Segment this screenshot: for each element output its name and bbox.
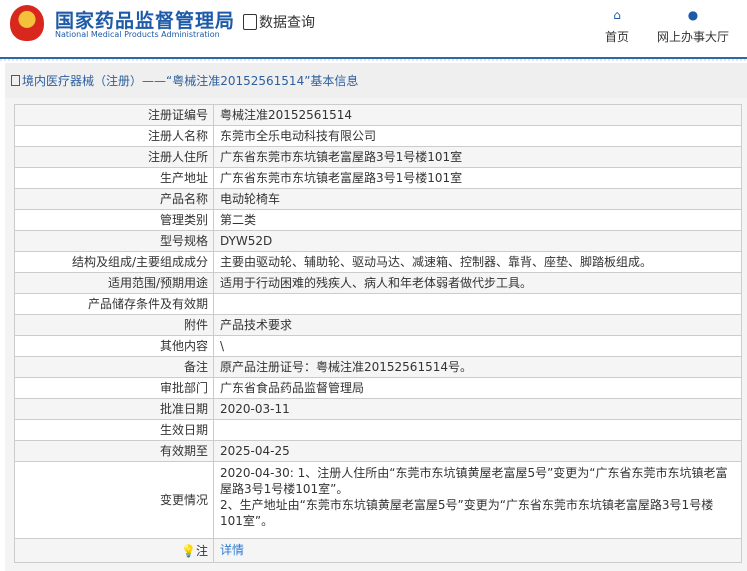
table-row: 适用范围/预期用途 适用于行动困难的残疾人、病人和年老体弱者做代步工具。 <box>15 273 742 294</box>
panel-title: 境内医疗器械（注册）——“粤械注准20152561514”基本信息 <box>5 63 747 98</box>
field-value: 原产品注册证号：粤械注准20152561514号。 <box>214 357 742 377</box>
changes-value: 2020-04-30: 1、注册人住所由“东莞市东坑镇黄屋老富屋5号”变更为“广… <box>214 462 742 538</box>
note-label-cell: 💡 注 <box>15 539 214 562</box>
table-row: 管理类别 第二类 <box>15 210 742 231</box>
site-header: 国家药品监督管理局 National Medical Products Admi… <box>0 0 747 57</box>
field-label: 生效日期 <box>15 420 214 440</box>
national-emblem-logo <box>10 5 44 41</box>
field-value: 广东省食品药品监督管理局 <box>214 378 742 398</box>
table-row-changes: 变更情况 2020-04-30: 1、注册人住所由“东莞市东坑镇黄屋老富屋5号”变… <box>15 462 742 539</box>
field-value: 适用于行动困难的残疾人、病人和年老体弱者做代步工具。 <box>214 273 742 293</box>
field-value: 2020-03-11 <box>214 399 742 419</box>
change-line: 2、生产地址由“东莞市东坑镇黄屋老富屋5号”变更为“广东省东莞市东坑镇老富屋路3… <box>220 498 714 528</box>
nav-home[interactable]: ⌂ 首页 <box>605 8 629 45</box>
field-label: 有效期至 <box>15 441 214 461</box>
field-label: 注册人住所 <box>15 147 214 167</box>
detail-panel: 境内医疗器械（注册）——“粤械注准20152561514”基本信息 注册证编号粤… <box>5 63 747 571</box>
note-value-cell: 详情 <box>214 539 742 562</box>
brand-name-cn[interactable]: 国家药品监督管理局 <box>55 6 235 33</box>
table-row: 审批部门 广东省食品药品监督管理局 <box>15 378 742 399</box>
field-label: 产品储存条件及有效期 <box>15 294 214 314</box>
table-row: 生产地址 广东省东莞市东坑镇老富屋路3号1号楼101室 <box>15 168 742 189</box>
brand-name-en: National Medical Products Administration <box>55 30 220 39</box>
field-label: 注册人名称 <box>15 126 214 146</box>
field-label: 附件 <box>15 315 214 335</box>
document-icon <box>11 75 20 86</box>
panel-title-text: 境内医疗器械（注册）——“粤械注准20152561514”基本信息 <box>22 74 359 88</box>
field-label: 审批部门 <box>15 378 214 398</box>
field-value: 产品技术要求 <box>214 315 742 335</box>
field-label: 型号规格 <box>15 231 214 251</box>
field-label: 注册证编号 <box>15 105 214 125</box>
table-row: 注册证编号 粤械注准20152561514 <box>15 105 742 126</box>
user-icon: ● <box>687 8 699 22</box>
field-value: 电动轮椅车 <box>214 189 742 209</box>
table-row-note: 💡 注详情 <box>15 539 742 563</box>
field-label: 产品名称 <box>15 189 214 209</box>
note-label: 注 <box>195 543 208 558</box>
table-row: 生效日期 <box>15 420 742 441</box>
table-row: 其他内容 \ <box>15 336 742 357</box>
details-link[interactable]: 详情 <box>220 543 244 557</box>
field-value: 主要由驱动轮、辅助轮、驱动马达、减速箱、控制器、靠背、座垫、脚踏板组成。 <box>214 252 742 272</box>
data-query-label: 数据查询 <box>259 15 315 31</box>
change-line: 2020-04-30: 1、注册人住所由“东莞市东坑镇黄屋老富屋5号”变更为“广… <box>220 466 728 496</box>
field-value: 广东省东莞市东坑镇老富屋路3号1号楼101室 <box>214 168 742 188</box>
field-label: 适用范围/预期用途 <box>15 273 214 293</box>
table-row: 注册人住所 广东省东莞市东坑镇老富屋路3号1号楼101室 <box>15 147 742 168</box>
field-label: 结构及组成/主要组成成分 <box>15 252 214 272</box>
field-label: 其他内容 <box>15 336 214 356</box>
field-value: 2025-04-25 <box>214 441 742 461</box>
document-search-icon <box>243 14 257 30</box>
field-label: 变更情况 <box>15 462 214 538</box>
field-value <box>214 294 742 314</box>
field-label: 管理类别 <box>15 210 214 230</box>
table-row: 注册人名称 东莞市全乐电动科技有限公司 <box>15 126 742 147</box>
table-row: 型号规格 DYW52D <box>15 231 742 252</box>
field-label: 备注 <box>15 357 214 377</box>
field-label: 批准日期 <box>15 399 214 419</box>
table-row: 有效期至 2025-04-25 <box>15 441 742 462</box>
header-divider <box>0 57 747 61</box>
field-value: 粤械注准20152561514 <box>214 105 742 125</box>
data-query-title: 数据查询 <box>243 12 315 32</box>
table-row: 结构及组成/主要组成成分 主要由驱动轮、辅助轮、驱动马达、减速箱、控制器、靠背、座… <box>15 252 742 273</box>
field-value: 第二类 <box>214 210 742 230</box>
field-value: \ <box>214 336 742 356</box>
nav-home-label: 首页 <box>605 30 630 44</box>
table-row: 产品名称 电动轮椅车 <box>15 189 742 210</box>
home-icon: ⌂ <box>613 8 621 22</box>
field-value <box>214 420 742 440</box>
table-row: 批准日期 2020-03-11 <box>15 399 742 420</box>
nav-online-hall-label: 网上办事大厅 <box>657 30 730 44</box>
nav-online-hall[interactable]: ● 网上办事大厅 <box>657 8 729 45</box>
lightbulb-icon: 💡 <box>181 543 196 558</box>
table-row: 产品储存条件及有效期 <box>15 294 742 315</box>
table-row: 备注 原产品注册证号：粤械注准20152561514号。 <box>15 357 742 378</box>
field-value: DYW52D <box>214 231 742 251</box>
field-label: 生产地址 <box>15 168 214 188</box>
info-table: 注册证编号 粤械注准20152561514 注册人名称 东莞市全乐电动科技有限公司 注册… <box>14 104 742 563</box>
field-value: 广东省东莞市东坑镇老富屋路3号1号楼101室 <box>214 147 742 167</box>
field-value: 东莞市全乐电动科技有限公司 <box>214 126 742 146</box>
table-row: 附件 产品技术要求 <box>15 315 742 336</box>
